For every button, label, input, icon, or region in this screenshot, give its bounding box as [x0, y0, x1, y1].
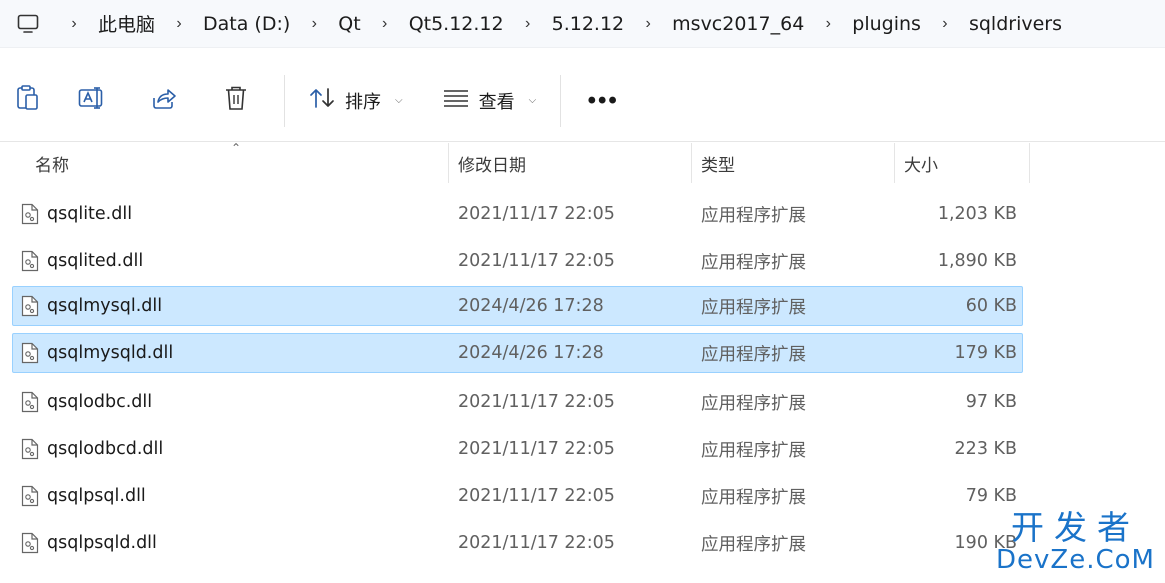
file-name: qsqlodbc.dll	[47, 392, 153, 412]
chevron-right-icon[interactable]: ›	[810, 15, 846, 33]
paste-button[interactable]	[0, 73, 56, 129]
file-size: 1,203 KB	[937, 204, 1017, 224]
delete-button[interactable]	[200, 73, 272, 129]
file-size: 97 KB	[965, 392, 1017, 412]
file-row[interactable]: qsqlodbc.dll 2021/11/17 22:05 应用程序扩展 97 …	[12, 382, 1023, 422]
chevron-right-icon[interactable]: ›	[161, 15, 197, 33]
watermark-logo: 开发者 DevZe.CoM	[996, 508, 1155, 575]
share-button[interactable]	[128, 73, 200, 129]
breadcrumb-item-qt5[interactable]: Qt5.12.12	[403, 13, 510, 35]
dll-file-icon	[20, 287, 40, 325]
column-divider[interactable]	[448, 143, 449, 183]
file-type: 应用程序扩展	[701, 440, 806, 461]
breadcrumb-item-data-drive[interactable]: Data (D:)	[197, 13, 296, 35]
breadcrumb: › 此电脑 › Data (D:) › Qt › Qt5.12.12 › 5.1…	[0, 0, 1165, 48]
more-options-button[interactable]: •••	[573, 73, 633, 129]
breadcrumb-item-qt[interactable]: Qt	[332, 13, 366, 35]
file-row[interactable]: qsqlpsqld.dll 2021/11/17 22:05 应用程序扩展 19…	[12, 523, 1023, 563]
clipboard-icon	[16, 85, 40, 116]
chevron-right-icon[interactable]: ›	[927, 15, 963, 33]
sort-button[interactable]: 排序 ⌵	[297, 73, 415, 129]
file-size: 60 KB	[965, 296, 1017, 316]
breadcrumb-item-this-pc[interactable]: 此电脑	[92, 10, 161, 37]
computer-icon[interactable]	[0, 0, 56, 48]
file-row[interactable]: qsqlpsql.dll 2021/11/17 22:05 应用程序扩展 79 …	[12, 476, 1023, 516]
file-date: 2021/11/17 22:05	[458, 251, 615, 271]
file-name: qsqlmysqld.dll	[47, 343, 174, 363]
sort-ascending-icon: ⌃	[231, 141, 242, 155]
file-date: 2024/4/26 17:28	[458, 296, 604, 316]
sort-icon	[309, 87, 335, 114]
column-divider[interactable]	[894, 143, 895, 183]
view-label: 查看	[478, 91, 515, 113]
chevron-right-icon[interactable]: ›	[367, 15, 403, 33]
chevron-right-icon[interactable]: ›	[56, 15, 92, 33]
file-name: qsqlpsql.dll	[47, 486, 146, 506]
watermark-line2: DevZe.CoM	[996, 545, 1155, 575]
view-list-icon	[443, 89, 469, 112]
file-size: 179 KB	[954, 343, 1017, 363]
file-type: 应用程序扩展	[701, 487, 806, 508]
column-header-type[interactable]: 类型	[701, 143, 735, 183]
toolbar-divider	[560, 74, 562, 127]
file-type: 应用程序扩展	[701, 344, 806, 365]
chevron-right-icon[interactable]: ›	[296, 15, 332, 33]
file-date: 2024/4/26 17:28	[458, 343, 604, 363]
file-name: qsqlodbcd.dll	[47, 439, 164, 459]
chevron-right-icon[interactable]: ›	[510, 15, 546, 33]
watermark-line1: 开发者	[1011, 508, 1140, 547]
file-row[interactable]: qsqlite.dll 2021/11/17 22:05 应用程序扩展 1,20…	[12, 194, 1023, 234]
dll-file-icon	[20, 383, 40, 421]
dll-file-icon	[20, 195, 40, 233]
file-date: 2021/11/17 22:05	[458, 533, 615, 553]
file-name: qsqlite.dll	[47, 204, 133, 224]
column-header-name[interactable]: 名称	[35, 143, 69, 183]
file-date: 2021/11/17 22:05	[458, 392, 615, 412]
column-headers: ⌃ 名称 修改日期 类型 大小	[0, 141, 1165, 183]
trash-icon	[224, 85, 248, 116]
file-type: 应用程序扩展	[701, 252, 806, 273]
breadcrumb-item-plugins[interactable]: plugins	[846, 13, 927, 35]
file-date: 2021/11/17 22:05	[458, 439, 615, 459]
sort-label: 排序	[345, 91, 381, 113]
view-button[interactable]: 查看 ⌵	[431, 73, 549, 129]
file-type: 应用程序扩展	[701, 205, 806, 226]
file-name: qsqlpsqld.dll	[47, 533, 157, 553]
dll-file-icon	[20, 430, 40, 468]
column-header-date[interactable]: 修改日期	[458, 143, 526, 183]
breadcrumb-item-msvc[interactable]: msvc2017_64	[666, 13, 810, 35]
chevron-down-icon: ⌵	[395, 95, 403, 106]
file-row[interactable]: qsqlodbcd.dll 2021/11/17 22:05 应用程序扩展 22…	[12, 429, 1023, 469]
command-bar: 排序 ⌵ 查看 ⌵ •••	[0, 60, 1165, 142]
column-divider[interactable]	[1029, 143, 1030, 183]
rename-icon	[78, 86, 106, 115]
file-row-selected[interactable]: qsqlmysqld.dll 2024/4/26 17:28 应用程序扩展 17…	[12, 333, 1023, 373]
file-size: 223 KB	[954, 439, 1017, 459]
dll-file-icon	[20, 524, 40, 562]
file-date: 2021/11/17 22:05	[458, 486, 615, 506]
rename-button[interactable]	[56, 73, 128, 129]
dll-file-icon	[20, 477, 40, 515]
breadcrumb-item-version[interactable]: 5.12.12	[546, 13, 631, 35]
ellipsis-icon: •••	[587, 86, 619, 114]
share-icon	[151, 86, 177, 115]
breadcrumb-item-sqldrivers[interactable]: sqldrivers	[963, 13, 1068, 35]
column-divider[interactable]	[691, 143, 692, 183]
dll-file-icon	[20, 242, 40, 280]
file-row[interactable]: qsqlited.dll 2021/11/17 22:05 应用程序扩展 1,8…	[12, 241, 1023, 281]
file-size: 1,890 KB	[937, 251, 1017, 271]
toolbar-divider	[284, 74, 285, 127]
dll-file-icon	[20, 334, 40, 372]
file-type: 应用程序扩展	[701, 297, 806, 318]
chevron-right-icon[interactable]: ›	[630, 15, 666, 33]
chevron-down-icon: ⌵	[528, 95, 537, 106]
file-date: 2021/11/17 22:05	[458, 204, 615, 224]
file-type: 应用程序扩展	[701, 393, 806, 414]
column-header-size[interactable]: 大小	[904, 143, 938, 183]
file-name: qsqlited.dll	[47, 251, 144, 271]
file-type: 应用程序扩展	[701, 534, 806, 555]
file-row-selected[interactable]: qsqlmysql.dll 2024/4/26 17:28 应用程序扩展 60 …	[12, 286, 1023, 326]
file-name: qsqlmysql.dll	[47, 296, 163, 316]
